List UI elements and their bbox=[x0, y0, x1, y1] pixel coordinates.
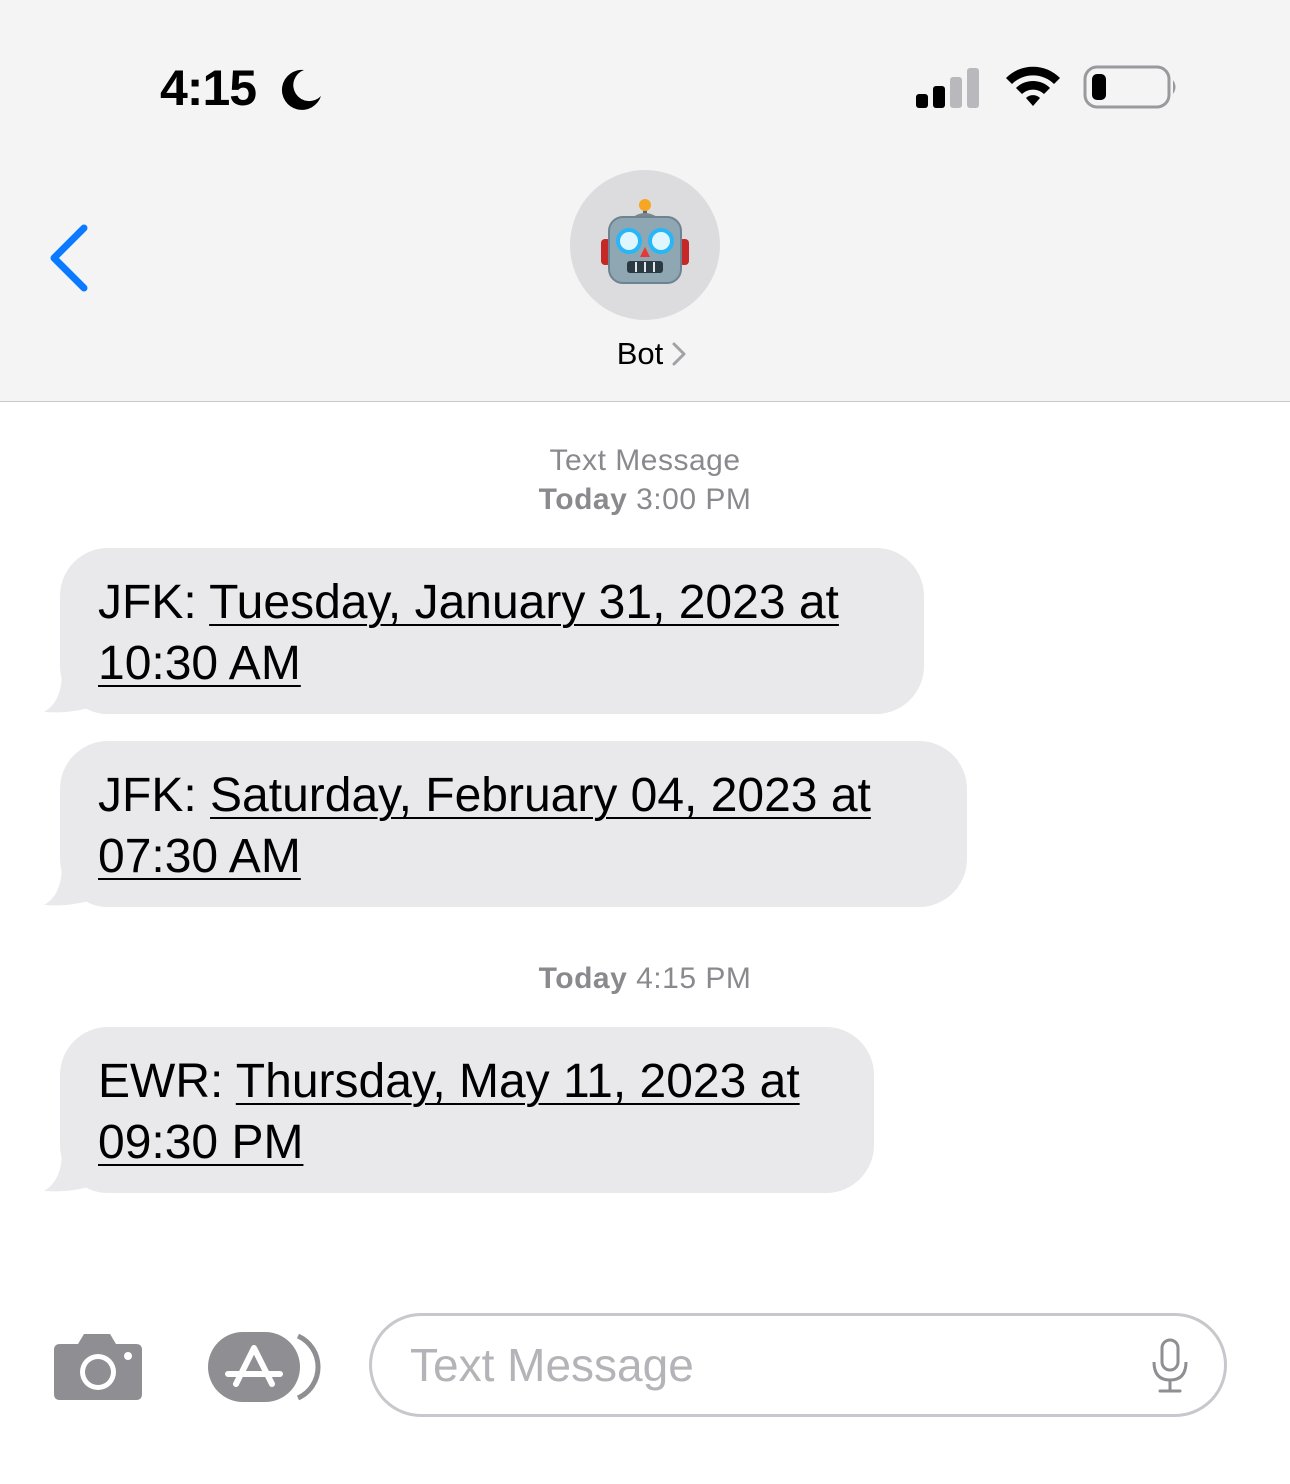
time-link[interactable]: 07:30 AM bbox=[98, 830, 301, 883]
moon-icon bbox=[281, 69, 321, 110]
timestamp-time: 4:15 PM bbox=[636, 962, 752, 995]
message-bubble[interactable]: EWR: Thursday, May 11, 2023 at 09:30 PM bbox=[60, 1027, 874, 1193]
conversation-header: 4:15 Bot bbox=[0, 0, 1290, 402]
avatar[interactable] bbox=[570, 170, 720, 320]
date-link[interactable]: Tuesday, January 31, 2023 at bbox=[209, 576, 839, 629]
chevron-right-icon bbox=[672, 342, 686, 366]
robot-icon bbox=[601, 199, 689, 284]
camera-button[interactable] bbox=[52, 1328, 144, 1402]
microphone-icon[interactable] bbox=[1150, 1338, 1190, 1394]
battery-icon bbox=[1083, 65, 1176, 109]
wifi-icon bbox=[1006, 66, 1060, 106]
message-input-container bbox=[369, 1313, 1227, 1417]
cellular-signal-icon bbox=[916, 68, 979, 108]
message-prefix: JFK: bbox=[98, 576, 210, 629]
timestamp-day: Today bbox=[538, 483, 628, 516]
date-link[interactable]: Thursday, May 11, 2023 at bbox=[236, 1055, 800, 1108]
message-input[interactable] bbox=[410, 1316, 1130, 1414]
timestamp-time: 3:00 PM bbox=[636, 483, 752, 516]
service-label: Text Message bbox=[549, 444, 741, 477]
contact-details-button[interactable]: Bot bbox=[0, 332, 1290, 376]
timestamp: Today 3:00 PM bbox=[0, 481, 1290, 519]
timestamp-day: Today bbox=[538, 962, 628, 995]
date-link[interactable]: Saturday, February 04, 2023 at bbox=[210, 769, 871, 822]
message-prefix: JFK: bbox=[98, 769, 211, 822]
time-link[interactable]: 09:30 PM bbox=[98, 1116, 303, 1169]
status-time: 4:15 bbox=[160, 60, 257, 116]
back-button[interactable] bbox=[40, 220, 100, 296]
message-bubble[interactable]: JFK: Saturday, February 04, 2023 at 07:3… bbox=[60, 741, 967, 907]
message-bubble[interactable]: JFK: Tuesday, January 31, 2023 at 10:30 … bbox=[60, 548, 924, 714]
contact-name: Bot bbox=[616, 336, 664, 371]
timestamp: Today 4:15 PM bbox=[0, 960, 1290, 998]
time-link[interactable]: 10:30 AM bbox=[98, 637, 301, 690]
app-store-button[interactable] bbox=[206, 1330, 322, 1404]
message-prefix: EWR: bbox=[98, 1055, 236, 1108]
